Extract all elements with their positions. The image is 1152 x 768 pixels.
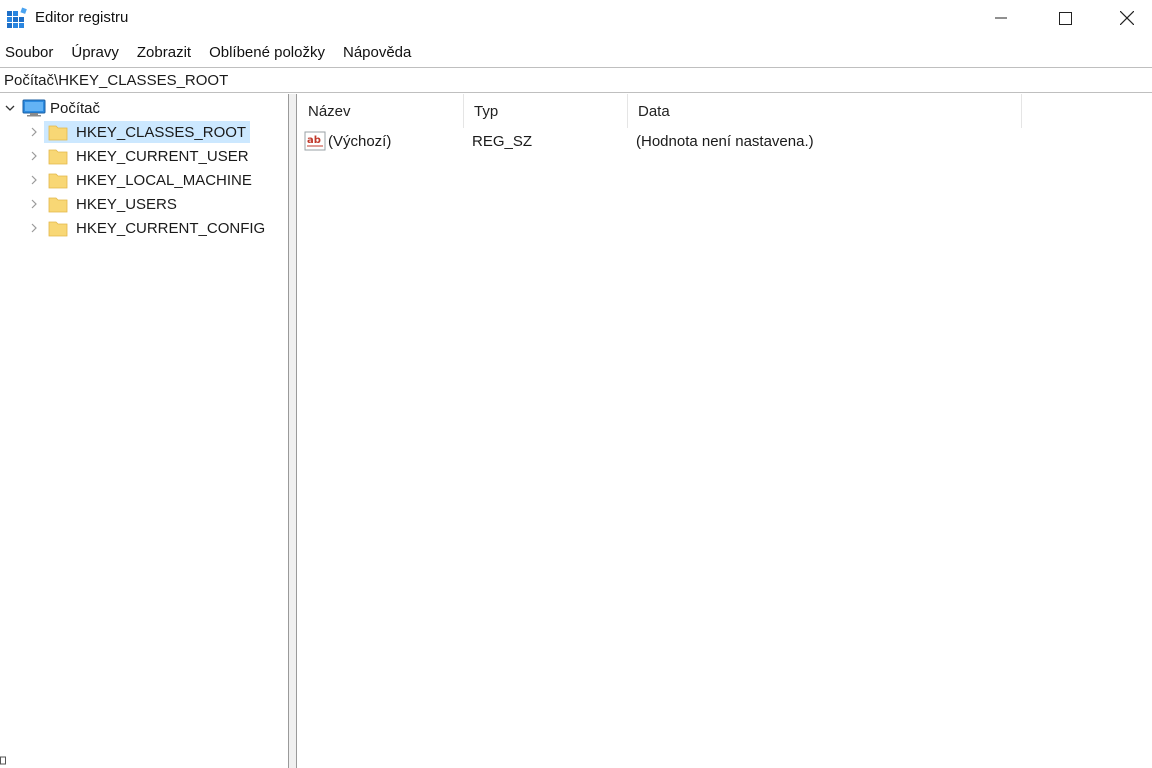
tree-label-hkey-local-machine-wrap: HKEY_LOCAL_MACHINE: [44, 169, 256, 191]
folder-icon: [48, 197, 68, 213]
string-value-icon: ab: [304, 131, 326, 151]
tree-item-hkey-current-config[interactable]: HKEY_CURRENT_CONFIG: [28, 216, 269, 240]
menu-file[interactable]: Soubor: [5, 42, 53, 63]
folder-icon: [48, 125, 68, 141]
maximize-icon: [1058, 11, 1072, 25]
value-name: (Výchozí): [328, 132, 392, 150]
tree-label-hkey-current-user: HKEY_CURRENT_USER: [76, 147, 249, 165]
chevron-right-icon[interactable]: [28, 174, 40, 186]
menu-view[interactable]: Zobrazit: [137, 42, 191, 63]
maximize-button[interactable]: [1034, 0, 1096, 36]
tree-label-hkey-local-machine: HKEY_LOCAL_MACHINE: [76, 171, 252, 189]
tree-label-hkey-current-config: HKEY_CURRENT_CONFIG: [76, 219, 266, 237]
table-row[interactable]: ab (Výchozí) REG_SZ (Hodnota není nastav…: [298, 128, 1152, 154]
address-path[interactable]: Počítač\HKEY_CLASSES_ROOT: [4, 72, 228, 89]
title-bar[interactable]: Editor registru: [0, 0, 1152, 36]
window-title: Editor registru: [35, 9, 129, 26]
cell-name: ab (Výchozí): [304, 128, 391, 154]
chevron-down-icon[interactable]: [4, 102, 16, 114]
tree-label-computer: Počítač: [50, 99, 101, 117]
tree-label-hkey-users: HKEY_USERS: [76, 195, 177, 213]
column-header-name[interactable]: Název: [298, 94, 464, 128]
close-button[interactable]: [1096, 0, 1152, 36]
address-bar[interactable]: Počítač\HKEY_CLASSES_ROOT: [0, 67, 1152, 93]
minimize-button[interactable]: [970, 0, 1032, 36]
tree-label-hkey-classes-root-wrap: HKEY_CLASSES_ROOT: [44, 121, 251, 143]
resize-grip-icon: [0, 756, 6, 765]
tree-label-hkey-current-config-wrap: HKEY_CURRENT_CONFIG: [44, 217, 269, 239]
value-type: REG_SZ: [472, 132, 533, 150]
computer-icon: [22, 99, 46, 117]
column-header-data[interactable]: Data: [628, 94, 1022, 128]
chevron-right-icon[interactable]: [28, 222, 40, 234]
registry-editor-icon: [7, 7, 27, 28]
tree-item-hkey-local-machine[interactable]: HKEY_LOCAL_MACHINE: [28, 168, 256, 192]
chevron-right-icon[interactable]: [28, 126, 40, 138]
value-data: (Hodnota není nastavena.): [636, 132, 814, 150]
list-header: Název Typ Data: [298, 94, 1152, 128]
menu-edit[interactable]: Úpravy: [71, 42, 119, 63]
svg-text:ab: ab: [307, 135, 321, 146]
tree-item-computer[interactable]: Počítač: [4, 96, 104, 120]
menu-bar: Soubor Úpravy Zobrazit Oblíbené položky …: [0, 38, 1152, 66]
folder-icon: [48, 149, 68, 165]
close-icon: [1120, 11, 1134, 25]
menu-help[interactable]: Nápověda: [343, 42, 411, 63]
tree-label-hkey-classes-root: HKEY_CLASSES_ROOT: [76, 123, 247, 141]
tree-label-hkey-users-wrap: HKEY_USERS: [44, 193, 181, 215]
chevron-right-icon[interactable]: [28, 150, 40, 162]
tree-pane[interactable]: Počítač HKEY_CLASSES_ROOT HKEY_CURRENT_U…: [0, 94, 288, 768]
column-header-type[interactable]: Typ: [464, 94, 628, 128]
menu-favorites[interactable]: Oblíbené položky: [209, 42, 325, 63]
tree-label-hkey-current-user-wrap: HKEY_CURRENT_USER: [44, 145, 253, 167]
tree-item-hkey-current-user[interactable]: HKEY_CURRENT_USER: [28, 144, 253, 168]
tree-item-hkey-classes-root[interactable]: HKEY_CLASSES_ROOT: [28, 120, 251, 144]
chevron-right-icon[interactable]: [28, 198, 40, 210]
folder-icon: [48, 173, 68, 189]
minimize-icon: [995, 17, 1007, 19]
tree-item-hkey-users[interactable]: HKEY_USERS: [28, 192, 181, 216]
folder-icon: [48, 221, 68, 237]
pane-splitter[interactable]: [288, 94, 297, 768]
values-list-pane[interactable]: Název Typ Data ab (Výchozí) REG_SZ (Hodn…: [298, 94, 1152, 768]
